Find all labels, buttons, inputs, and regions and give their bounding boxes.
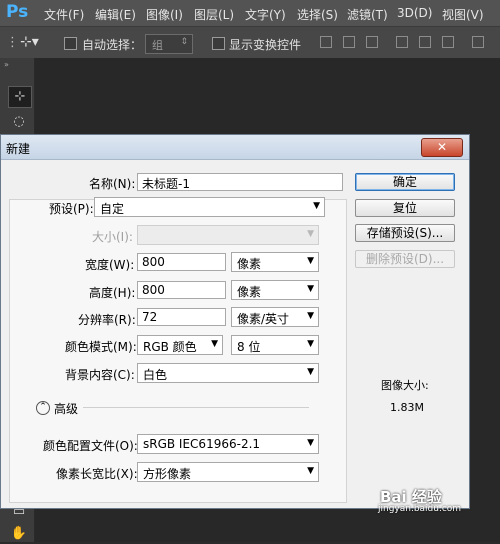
width-unit-dropdown[interactable]: 像素 ▼ [231,252,319,272]
collapse-icon[interactable]: » [4,60,9,69]
chevron-down-icon: ▼ [307,311,314,321]
menu-3d[interactable]: 3D(D) [397,6,432,20]
show-transform-checkbox[interactable] [212,37,225,50]
align-vcenter-icon[interactable] [343,36,355,48]
size-label: 大小(I): [92,230,133,244]
height-input[interactable]: 800 [137,281,226,299]
menu-type[interactable]: 文字(Y) [245,6,286,23]
close-button[interactable]: ✕ [421,138,463,157]
align-bottom-icon[interactable] [366,36,378,48]
align-right-icon[interactable] [442,36,454,48]
name-label: 名称(N): [89,177,136,191]
pixel-aspect-value: 方形像素 [143,467,192,481]
auto-select-checkbox[interactable] [64,37,77,50]
background-label: 背景内容(C): [65,368,135,382]
chevron-down-icon: ▼ [307,229,314,239]
chevron-down-icon: ▼ [307,367,314,377]
chevron-down-icon: ▼ [313,201,320,211]
bit-depth-value: 8 位 [237,340,261,354]
menu-filter[interactable]: 滤镜(T) [347,6,388,23]
ok-button[interactable]: 确定 [355,173,455,191]
image-size-label: 图像大小: [381,379,429,392]
move-tool-icon[interactable]: ⊹ [8,86,32,108]
menu-image[interactable]: 图像(I) [146,6,183,23]
auto-select-dropdown[interactable]: 组 ⇕ [145,34,193,54]
color-profile-dropdown[interactable]: sRGB IEC61966-2.1 ▼ [137,434,319,454]
align-hcenter-icon[interactable] [419,36,431,48]
name-input[interactable]: 未标题-1 [137,173,343,191]
align-top-icon[interactable] [320,36,332,48]
new-document-dialog: 新建 ✕ 名称(N): 未标题-1 预设(P): 自定 ▼ 大小(I): ▼ 宽度… [0,134,470,509]
chevron-up-icon[interactable]: ⌃ [36,401,50,415]
chevron-down-icon: ▼ [307,284,314,294]
advanced-label[interactable]: 高级 [54,400,78,417]
dialog-title: 新建 [6,142,31,156]
spinner-icon: ⇕ [180,37,188,47]
grip-icon: ⋮ [6,35,19,50]
move-tool-icon[interactable]: ⊹▾ [20,34,39,50]
menu-file[interactable]: 文件(F) [44,6,84,23]
chevron-down-icon: ▼ [211,339,218,349]
size-dropdown: ▼ [137,225,319,245]
preset-value: 自定 [100,202,125,216]
color-mode-dropdown[interactable]: RGB 颜色 ▼ [137,335,223,355]
distribute-icon[interactable] [472,36,484,48]
height-unit-value: 像素 [237,285,262,299]
height-unit-dropdown[interactable]: 像素 ▼ [231,280,319,300]
chevron-down-icon: ▼ [307,466,314,476]
bit-depth-dropdown[interactable]: 8 位 ▼ [231,335,319,355]
align-left-icon[interactable] [396,36,408,48]
color-mode-label: 颜色模式(M): [65,340,137,354]
hand-tool-icon[interactable]: ✋ [8,524,30,544]
save-preset-button[interactable]: 存储预设(S)... [355,224,455,242]
auto-select-label: 自动选择： [82,38,143,52]
watermark-url: jingyan.baidu.com [378,504,462,514]
show-transform-label: 显示变换控件 [229,38,302,52]
chevron-down-icon: ▼ [307,339,314,349]
menu-layer[interactable]: 图层(L) [194,6,234,23]
color-profile-label: 颜色配置文件(O): [43,439,138,453]
menu-edit[interactable]: 编辑(E) [95,6,136,23]
options-bar: ⋮ ⊹▾ 自动选择： 组 ⇕ 显示变换控件 [0,26,500,60]
resolution-input[interactable]: 72 [137,308,226,326]
advanced-divider [83,407,309,408]
menu-select[interactable]: 选择(S) [297,6,338,23]
height-label: 高度(H): [89,286,136,300]
baidu-watermark: Bai 经验 jingyan.baidu.com [378,486,461,514]
preset-label: 预设(P): [49,202,94,216]
reset-button[interactable]: 复位 [355,199,455,217]
pixel-aspect-dropdown[interactable]: 方形像素 ▼ [137,462,319,482]
marquee-tool-icon[interactable]: ◌ [8,112,30,132]
background-value: 白色 [143,368,168,382]
image-size-value: 1.83M [390,401,424,414]
resolution-unit-value: 像素/英寸 [237,312,290,326]
color-profile-value: sRGB IEC61966-2.1 [143,437,261,451]
auto-select-value: 组 [152,39,163,52]
dialog-title-bar: 新建 ✕ [1,135,469,160]
chevron-down-icon: ▼ [307,256,314,266]
photoshop-logo: Ps [6,2,29,22]
color-mode-value: RGB 颜色 [143,340,197,354]
width-input[interactable]: 800 [137,253,226,271]
resolution-label: 分辨率(R): [78,313,136,327]
pixel-aspect-label: 像素长宽比(X): [56,467,138,481]
background-dropdown[interactable]: 白色 ▼ [137,363,319,383]
resolution-unit-dropdown[interactable]: 像素/英寸 ▼ [231,307,319,327]
chevron-down-icon: ▼ [307,438,314,448]
width-label: 宽度(W): [85,258,135,272]
delete-preset-button: 删除预设(D)... [355,250,455,268]
preset-dropdown[interactable]: 自定 ▼ [94,197,325,217]
menu-bar: Ps 文件(F) 编辑(E) 图像(I) 图层(L) 文字(Y) 选择(S) 滤… [0,0,500,26]
menu-view[interactable]: 视图(V) [442,6,484,23]
width-unit-value: 像素 [237,257,262,271]
